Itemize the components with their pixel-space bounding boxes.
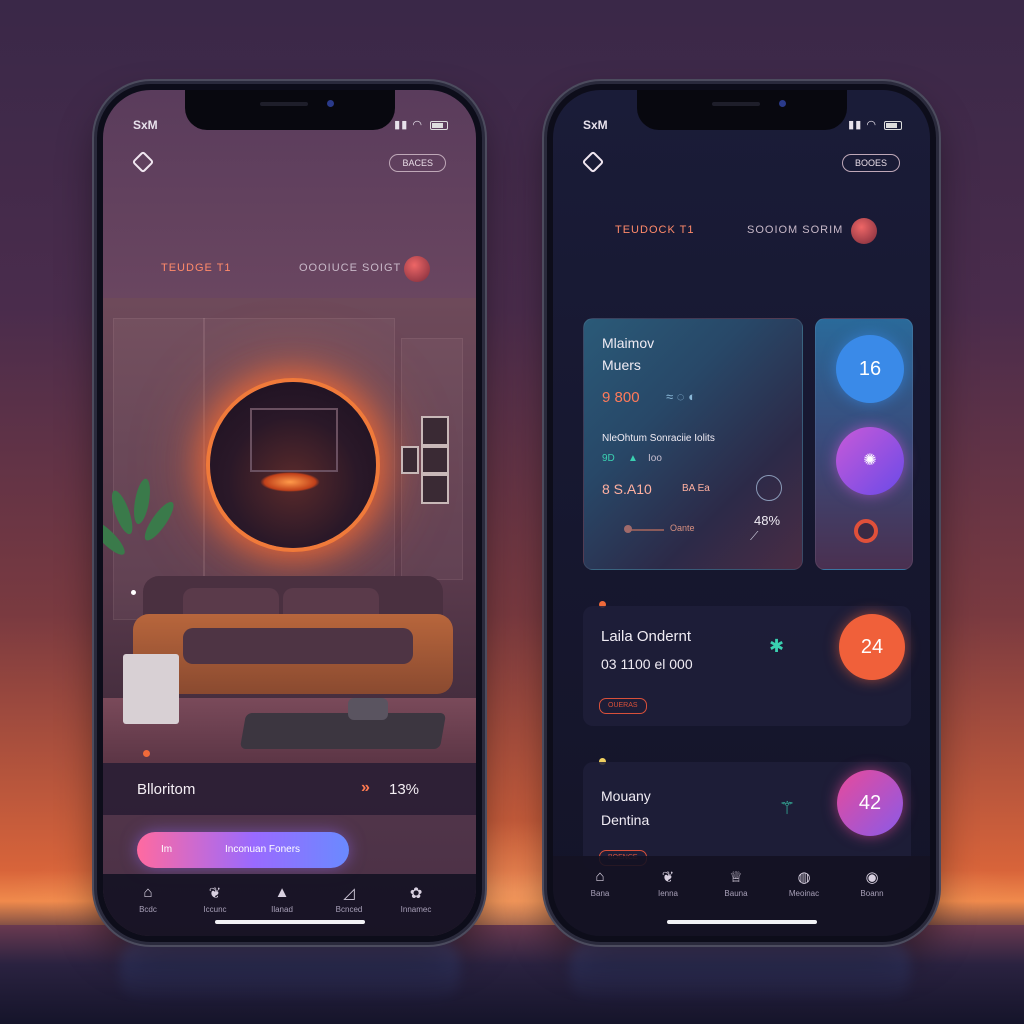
globe-icon: ◍ <box>797 869 811 886</box>
avatar[interactable] <box>404 256 430 282</box>
top-action-button[interactable]: BACES <box>389 154 446 172</box>
battery-icon <box>430 120 448 130</box>
cta-right-label: Inconuan Foners <box>225 844 301 855</box>
row1-title: Laila Ondernt <box>601 628 692 645</box>
camera-icon <box>326 100 334 107</box>
right-phone-reflection <box>570 935 910 1005</box>
notch <box>184 90 395 130</box>
summary-row-1[interactable]: Laila Ondernt 03 1100 el 000 OUERAS ✱ 24 <box>583 606 911 726</box>
sun-icon: ✺ <box>836 427 904 495</box>
round-mirror <box>210 382 376 548</box>
row1-value-circle: 24 <box>839 614 905 680</box>
chip-2: Ioo <box>648 453 662 464</box>
side-stats-card[interactable]: 16 ✺ <box>815 318 913 570</box>
value-circle-top: 16 <box>836 335 904 403</box>
tab-4[interactable]: ◍ Meoinac <box>779 868 829 898</box>
chip-1: 9D <box>602 453 615 464</box>
left-phone: SxM ▮▮ ◠ BACES TEUDGE T1 OOOIUCE SOIGT B… <box>97 84 482 942</box>
card-detail: NleOhtum Sonraciie Iolits <box>602 433 715 444</box>
card-footer-label: Oante <box>670 523 695 533</box>
user-icon: ◉ <box>865 869 879 886</box>
leaf-icon: ❦ <box>661 869 675 886</box>
app-logo-icon[interactable] <box>581 150 605 174</box>
notch <box>636 90 847 130</box>
subtitle-right: OOOIUCE SOIGT <box>299 262 402 274</box>
tab-1[interactable]: ⌂ Bana <box>575 868 625 898</box>
summary-row-2[interactable]: Mouany Dentina BOENCE ⚚ 42 <box>583 762 911 870</box>
status-time: SxM <box>133 118 158 132</box>
chart-icon: ♕ <box>729 869 743 886</box>
wave-icon: ≈ ◌ ◐ <box>666 389 696 404</box>
subtitle-left: TEUDOCK T1 <box>615 224 695 236</box>
room-scene-image <box>103 298 476 763</box>
home-indicator <box>666 920 817 924</box>
settings-icon: ✿ <box>409 885 423 902</box>
tab-5[interactable]: ◉ Boann <box>847 868 897 898</box>
slider-knob[interactable] <box>624 525 632 533</box>
card-amount-2-suffix: BA Ea <box>682 483 710 494</box>
card-amount-2: 8 S.A10 <box>602 481 652 497</box>
status-icons: ▮▮ ◠ <box>394 118 448 131</box>
tab-2[interactable]: ❦ Ienna <box>643 868 693 898</box>
tab-5[interactable]: ✿ Innamec <box>391 884 441 914</box>
tab-4[interactable]: ◿ Bcnced <box>324 884 374 914</box>
left-phone-reflection <box>120 935 460 1005</box>
tab-1[interactable]: ⌂ Bcdc <box>123 884 173 914</box>
banner-value: 13% <box>389 781 420 798</box>
tab-2[interactable]: ❦ Iccunc <box>190 884 240 914</box>
bottom-tab-bar: ⌂ Bcdc ❦ Iccunc ▲ Ilanad ◿ Bcnced ✿ Innamec <box>103 874 476 936</box>
row2-value-circle: 42 <box>837 770 903 836</box>
slider-track <box>628 529 664 531</box>
card-amount: 9 800 <box>602 389 640 406</box>
battery-icon <box>884 120 902 130</box>
indicator-dot <box>143 750 150 757</box>
sparkle-icon: ✱ <box>769 636 785 656</box>
top-action-button[interactable]: BOOES <box>841 154 900 172</box>
trend-icon: ⟋ <box>750 529 759 543</box>
row1-subtitle: 03 1100 el 000 <box>601 656 693 672</box>
row2-title-line1: Mouany <box>601 788 651 804</box>
record-icon[interactable] <box>854 519 878 543</box>
card-title-line2: Muers <box>602 357 641 373</box>
status-time: SxM <box>583 118 608 132</box>
home-icon: ⌂ <box>143 884 153 901</box>
info-icon[interactable] <box>756 475 782 501</box>
home-icon: ⌂ <box>595 868 605 885</box>
card-title-line1: Mlaimov <box>602 335 655 351</box>
signal-icon: ▮▮ <box>394 119 409 131</box>
figure-icon: ⚚ <box>779 798 796 818</box>
indicator-dot <box>131 590 136 595</box>
tab-3[interactable]: ▲ Ilanad <box>257 884 307 914</box>
card-percent: 48% <box>754 513 781 528</box>
wifi-icon: ◠ <box>866 119 877 131</box>
right-phone: SxM ▮▮ ◠ BOOES TEUDOCK T1 SOOIOM SORIM M… <box>547 84 936 942</box>
arrow-icon: » <box>361 779 370 796</box>
app-logo-icon[interactable] <box>131 150 155 174</box>
avatar[interactable] <box>851 218 877 244</box>
signal-icon: ▮▮ <box>848 119 863 131</box>
wifi-icon: ◠ <box>412 119 423 131</box>
main-stats-card[interactable]: Mlaimov Muers 9 800 ≈ ◌ ◐ NleOhtum Sonra… <box>583 318 803 570</box>
camera-icon <box>778 100 786 107</box>
banner-title: Blloritom <box>137 781 196 798</box>
home-indicator <box>214 920 365 924</box>
row2-title-line2: Dentina <box>601 812 650 828</box>
triangle-icon: ▲ <box>628 453 638 464</box>
subtitle-left: TEUDGE T1 <box>161 262 232 274</box>
right-screen: SxM ▮▮ ◠ BOOES TEUDOCK T1 SOOIOM SORIM M… <box>553 90 930 936</box>
summary-banner[interactable]: Blloritom » 13% <box>103 763 476 815</box>
leaf-icon: ❦ <box>208 885 222 902</box>
status-icons: ▮▮ ◠ <box>848 118 902 131</box>
row1-tag[interactable]: OUERAS <box>599 698 647 714</box>
primary-cta-button[interactable]: Im Inconuan Foners <box>137 832 349 868</box>
chart-icon: ▲ <box>274 884 290 901</box>
bottom-tab-bar: ⌂ Bana ❦ Ienna ♕ Bauna ◍ Meoinac ◉ Boann <box>553 856 930 936</box>
coffee-table <box>239 713 447 749</box>
subtitle-right: SOOIOM SORIM <box>747 224 844 236</box>
left-screen: SxM ▮▮ ◠ BACES TEUDGE T1 OOOIUCE SOIGT B… <box>103 90 476 936</box>
tab-3[interactable]: ♕ Bauna <box>711 868 761 898</box>
signal-icon: ◿ <box>343 885 355 902</box>
cta-left-label: Im <box>161 844 173 855</box>
